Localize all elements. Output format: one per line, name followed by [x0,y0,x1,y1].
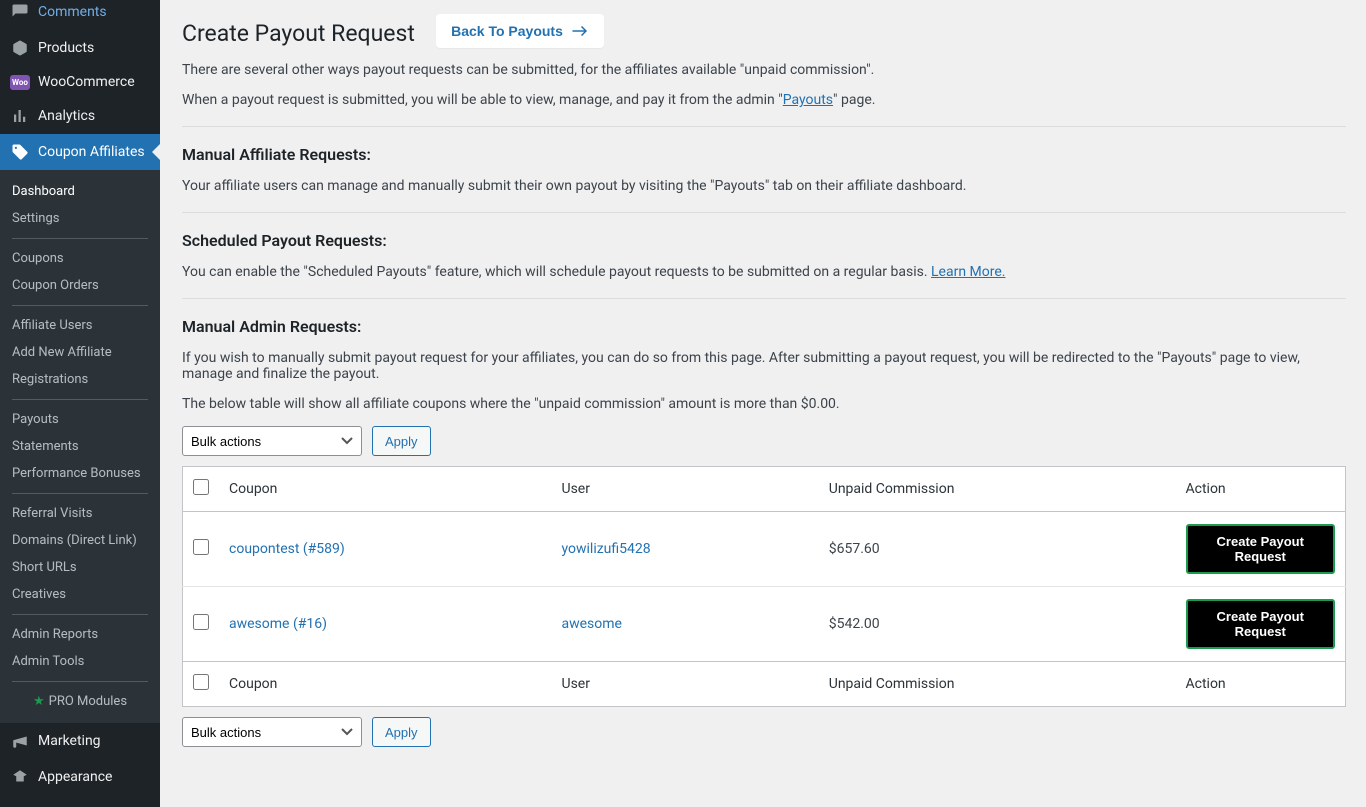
user-link[interactable]: yowilizufi5428 [561,541,650,557]
main-content: Create Payout Request Back To Payouts Th… [160,0,1366,807]
sidebar-label: Analytics [38,108,95,124]
sidebar-item-marketing[interactable]: Marketing [0,723,160,759]
apply-button[interactable]: Apply [372,717,431,747]
bulk-actions-top: Bulk actions Apply [182,426,1346,456]
woocommerce-icon: Woo [10,75,30,90]
submenu-add-new-affiliate[interactable]: Add New Affiliate [0,339,160,366]
sidebar-item-comments[interactable]: Comments [0,0,160,30]
star-icon: ★ [33,694,45,709]
apply-button[interactable]: Apply [372,426,431,456]
submenu-settings[interactable]: Settings [0,205,160,232]
submenu-referral-visits[interactable]: Referral Visits [0,500,160,527]
coupon-link[interactable]: awesome (#16) [229,616,327,632]
sidebar-item-woocommerce[interactable]: Woo WooCommerce [0,66,160,98]
coupon-link[interactable]: coupontest (#589) [229,541,345,557]
submenu-payouts[interactable]: Payouts [0,406,160,433]
row-checkbox[interactable] [193,614,209,630]
back-to-payouts-button[interactable]: Back To Payouts [436,14,604,48]
manual-affiliate-heading: Manual Affiliate Requests: [182,145,1346,164]
sidebar-item-coupon-affiliates[interactable]: Coupon Affiliates [0,134,160,170]
submenu-label: PRO Modules [49,694,127,709]
submenu-statements[interactable]: Statements [0,433,160,460]
col-coupon: Coupon [219,467,551,512]
create-payout-request-button[interactable]: Create Payout Request [1186,524,1336,574]
page-header: Create Payout Request Back To Payouts [182,0,1346,48]
col-action: Action [1176,467,1346,512]
col-commission: Unpaid Commission [819,467,1176,512]
commission-value: $542.00 [819,587,1176,662]
submenu-creatives[interactable]: Creatives [0,581,160,608]
submenu-short-urls[interactable]: Short URLs [0,554,160,581]
sidebar-label: Coupon Affiliates [38,144,145,160]
manual-affiliate-text: Your affiliate users can manage and manu… [182,178,1346,194]
page-title: Create Payout Request [182,20,415,47]
col-commission: Unpaid Commission [819,662,1176,707]
col-action: Action [1176,662,1346,707]
submenu-admin-tools[interactable]: Admin Tools [0,648,160,675]
submenu-dashboard[interactable]: Dashboard [0,178,160,205]
table-row: awesome (#16) awesome $542.00 Create Pay… [183,587,1346,662]
col-user: User [551,662,818,707]
arrow-right-icon [571,24,589,38]
manual-admin-text-2: The below table will show all affiliate … [182,396,1346,412]
submenu-affiliate-users[interactable]: Affiliate Users [0,312,160,339]
select-all-checkbox[interactable] [193,479,209,495]
intro-text-2: When a payout request is submitted, you … [182,92,1346,108]
submenu-coupon-orders[interactable]: Coupon Orders [0,272,160,299]
sidebar-label: WooCommerce [38,74,135,90]
scheduled-text: You can enable the "Scheduled Payouts" f… [182,264,1346,280]
sidebar-item-analytics[interactable]: Analytics [0,98,160,134]
payouts-link[interactable]: Payouts [783,92,833,108]
scheduled-heading: Scheduled Payout Requests: [182,231,1346,250]
intro-text-1: There are several other ways payout requ… [182,62,1346,78]
submenu-admin-reports[interactable]: Admin Reports [0,621,160,648]
sidebar-label: Marketing [38,733,101,749]
submenu-performance-bonuses[interactable]: Performance Bonuses [0,460,160,487]
sidebar-item-products[interactable]: Products [0,30,160,66]
analytics-icon [10,106,30,126]
coupon-affiliates-icon [10,142,30,162]
manual-admin-heading: Manual Admin Requests: [182,317,1346,336]
col-coupon: Coupon [219,662,551,707]
submenu-coupon-affiliates: Dashboard Settings Coupons Coupon Orders… [0,170,160,723]
affiliates-table: Coupon User Unpaid Commission Action cou… [182,466,1346,707]
sidebar-label: Appearance [38,769,112,785]
sidebar-label: Products [38,40,94,56]
bulk-actions-select[interactable]: Bulk actions [182,426,362,456]
admin-sidebar: Comments Products Woo WooCommerce Analyt… [0,0,160,807]
manual-admin-text-1: If you wish to manually submit payout re… [182,350,1346,382]
submenu-pro-modules[interactable]: ★ PRO Modules [0,688,160,715]
submenu-coupons[interactable]: Coupons [0,245,160,272]
bulk-actions-bottom: Bulk actions Apply [182,717,1346,747]
sidebar-label: Comments [38,4,107,20]
marketing-icon [10,731,30,751]
bulk-actions-select[interactable]: Bulk actions [182,717,362,747]
comments-icon [10,2,30,22]
commission-value: $657.60 [819,512,1176,587]
row-checkbox[interactable] [193,539,209,555]
learn-more-link[interactable]: Learn More. [931,264,1005,280]
submenu-domains[interactable]: Domains (Direct Link) [0,527,160,554]
submenu-registrations[interactable]: Registrations [0,366,160,393]
appearance-icon [10,767,30,787]
products-icon [10,38,30,58]
create-payout-request-button[interactable]: Create Payout Request [1186,599,1336,649]
sidebar-item-appearance[interactable]: Appearance [0,759,160,795]
col-user: User [551,467,818,512]
back-button-label: Back To Payouts [451,23,563,39]
user-link[interactable]: awesome [561,616,621,632]
table-row: coupontest (#589) yowilizufi5428 $657.60… [183,512,1346,587]
select-all-checkbox-footer[interactable] [193,674,209,690]
